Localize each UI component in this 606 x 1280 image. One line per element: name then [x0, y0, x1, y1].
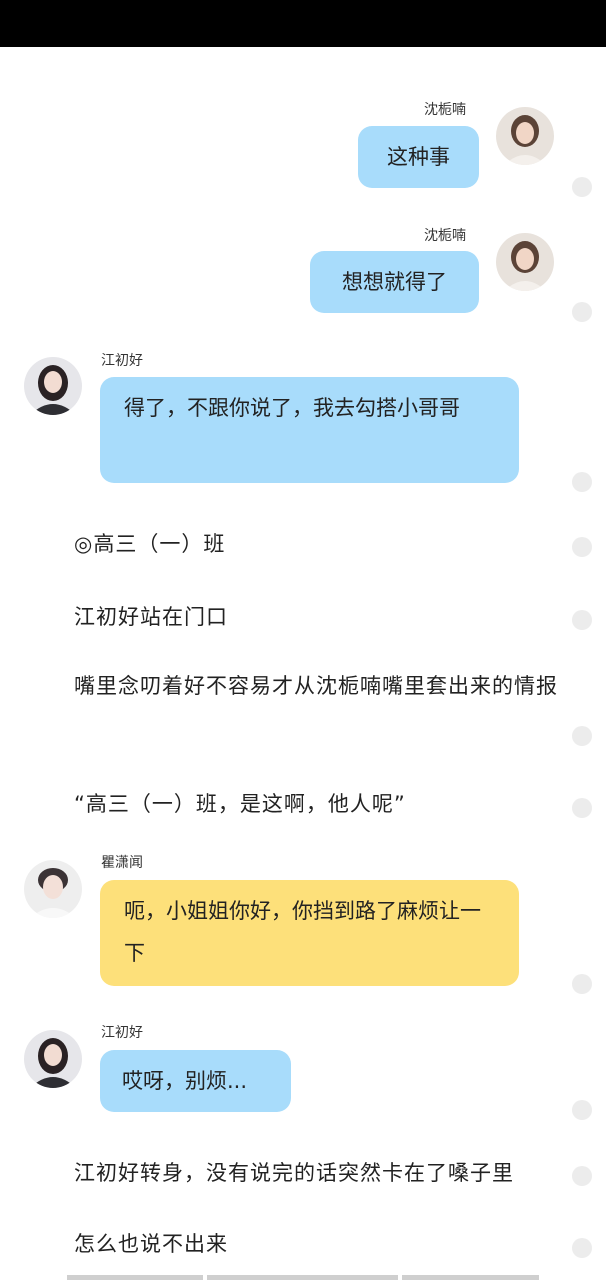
- avatar-image: [24, 1030, 82, 1088]
- comment-dot[interactable]: [572, 472, 592, 492]
- comment-dot[interactable]: [572, 302, 592, 322]
- narration-text: 江初好转身，没有说完的话突然卡在了嗓子里: [74, 1161, 514, 1185]
- page-indicator: [402, 1275, 539, 1280]
- avatar-shen[interactable]: [496, 107, 554, 165]
- avatar-jiang[interactable]: [24, 357, 82, 415]
- comment-dot[interactable]: [572, 974, 592, 994]
- narration-text: 江初好站在门口: [74, 605, 228, 629]
- avatar-qu[interactable]: [24, 860, 82, 918]
- comment-dot[interactable]: [572, 537, 592, 557]
- avatar-shen[interactable]: [496, 233, 554, 291]
- status-bar: [0, 0, 606, 47]
- avatar-image: [24, 357, 82, 415]
- speaker-name: 沈栀喃: [424, 228, 466, 244]
- page-indicator: [67, 1275, 203, 1280]
- message-bubble[interactable]: 哎呀，别烦...: [100, 1050, 291, 1112]
- comment-dot[interactable]: [572, 177, 592, 197]
- message-bubble[interactable]: 得了，不跟你说了，我去勾搭小哥哥: [100, 377, 519, 483]
- comment-dot[interactable]: [572, 1238, 592, 1258]
- message-bubble[interactable]: 呃，小姐姐你好，你挡到路了麻烦让一下: [100, 880, 519, 986]
- narration-text: 怎么也说不出来: [74, 1232, 228, 1256]
- narration-text: “高三（一）班，是这啊，他人呢”: [74, 792, 406, 816]
- comment-dot[interactable]: [572, 610, 592, 630]
- comment-dot[interactable]: [572, 726, 592, 746]
- speaker-name: 沈栀喃: [424, 102, 466, 118]
- avatar-jiang[interactable]: [24, 1030, 82, 1088]
- message-bubble[interactable]: 这种事: [358, 126, 479, 188]
- narration-paragraph: 嘴里念叨着好不容易才从沈栀喃嘴里套出来的情报: [74, 674, 558, 698]
- message-bubble[interactable]: 想想就得了: [310, 251, 479, 313]
- avatar-image: [496, 233, 554, 291]
- avatar-image: [496, 107, 554, 165]
- avatar-image: [24, 860, 82, 918]
- page-indicator: [207, 1275, 398, 1280]
- speaker-name: 江初好: [101, 1025, 143, 1041]
- speaker-name: 江初好: [101, 353, 143, 369]
- comment-dot[interactable]: [572, 798, 592, 818]
- comment-dot[interactable]: [572, 1100, 592, 1120]
- speaker-name: 瞿潇闻: [101, 855, 143, 871]
- comment-dot[interactable]: [572, 1166, 592, 1186]
- narration-text: ◎高三（一）班: [74, 532, 226, 556]
